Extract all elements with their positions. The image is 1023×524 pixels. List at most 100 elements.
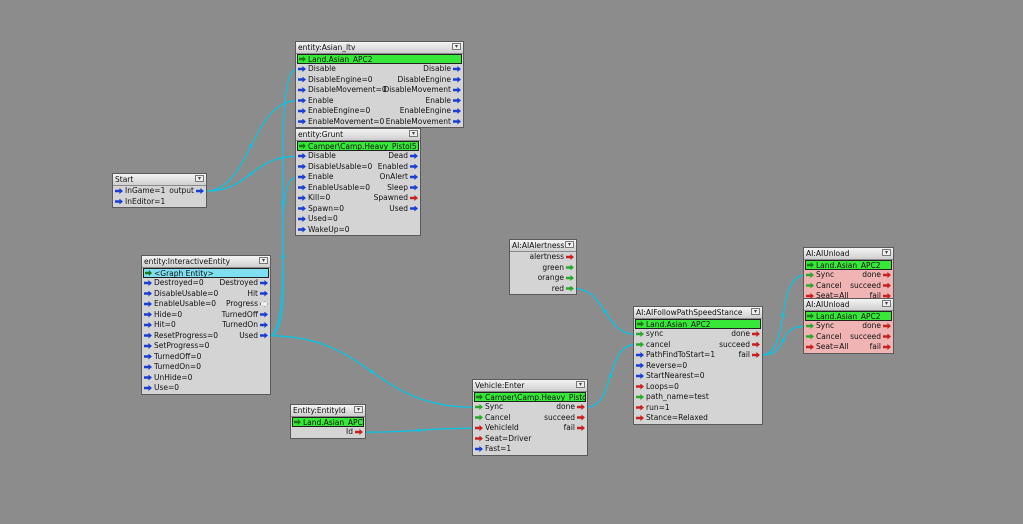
node-entity-bar[interactable]: Land.Asian_APC2 — [297, 54, 462, 64]
node-ai-unload-1[interactable]: AI:AIUnload ▾ Land.Asian_APC2 Sync done Cance… — [803, 247, 894, 303]
output-port-fail[interactable]: fail — [870, 342, 892, 353]
input-port-destroyed[interactable]: Destroyed=0 — [143, 278, 204, 289]
output-port-enabled[interactable]: Enabled — [378, 162, 419, 173]
output-port-done[interactable]: done — [731, 329, 761, 340]
output-port-red[interactable]: red — [552, 284, 575, 295]
node-ai-alertness[interactable]: AI:AIAlertness ▾ alertness green orange red — [509, 239, 577, 295]
input-port-enable[interactable]: Enable — [297, 172, 334, 183]
output-port-enable[interactable]: Enable — [425, 96, 462, 107]
node-title[interactable]: AI:AIAlertness ▾ — [510, 240, 576, 252]
input-port-ingame[interactable]: InGame=1 — [114, 186, 165, 197]
output-port-done[interactable]: done — [556, 402, 586, 413]
node-title[interactable]: AI:AIFollowPathSpeedStance ▾ — [634, 307, 762, 319]
input-port-disableengine[interactable]: DisableEngine=0 — [297, 75, 373, 86]
output-port-succeed[interactable]: succeed — [544, 413, 586, 424]
node-title[interactable]: entity:Asian_ltv ▾ — [296, 42, 463, 54]
collapse-icon[interactable]: ▾ — [565, 241, 574, 248]
input-port-use[interactable]: Use=0 — [143, 383, 179, 394]
input-port-used[interactable]: Used=0 — [297, 214, 338, 225]
output-port-id[interactable]: Id — [346, 427, 364, 438]
input-port-seat[interactable]: Seat=Driver — [474, 434, 531, 445]
output-port-turnedoff[interactable]: TurnedOff — [222, 310, 269, 321]
node-interactive-entity[interactable]: entity:InteractiveEntity ▾ <Graph Entity> D… — [141, 255, 271, 395]
collapse-icon[interactable]: ▾ — [452, 43, 461, 50]
output-port-progress[interactable]: Progress — [226, 299, 269, 310]
input-port-disable[interactable]: Disable — [297, 151, 336, 162]
output-port-turnedon[interactable]: TurnedOn — [222, 320, 269, 331]
input-port-spawn[interactable]: Spawn=0 — [297, 204, 344, 215]
output-port-succeed[interactable]: succeed — [850, 332, 892, 343]
output-port-sleep[interactable]: Sleep — [387, 183, 419, 194]
node-ai-follow-path[interactable]: AI:AIFollowPathSpeedStance ▾ Land.Asian_AP… — [633, 306, 763, 425]
output-port-succeed[interactable]: succeed — [719, 340, 761, 351]
input-port-hit[interactable]: Hit=0 — [143, 320, 176, 331]
input-port-sync[interactable]: Sync — [805, 270, 834, 281]
input-port-sync[interactable]: Sync — [805, 321, 834, 332]
output-port-done[interactable]: done — [862, 270, 892, 281]
input-port-run[interactable]: run=1 — [635, 403, 670, 414]
output-port-alertness[interactable]: alertness — [529, 252, 575, 263]
output-port-output[interactable]: output — [169, 186, 205, 197]
input-port-setprogress[interactable]: SetProgress=0 — [143, 341, 209, 352]
node-title[interactable]: Start ▾ — [113, 174, 206, 186]
node-ai-unload-2[interactable]: AI:AIUnload ▾ Land.Asian_APC2 Sync done Cance… — [803, 298, 894, 354]
input-port-ineditor[interactable]: InEditor=1 — [114, 197, 165, 208]
output-port-spawned[interactable]: Spawned — [374, 193, 419, 204]
input-port-enableusable[interactable]: EnableUsable=0 — [297, 183, 370, 194]
collapse-icon[interactable]: ▾ — [751, 308, 760, 315]
output-port-enableengine[interactable]: EnableEngine — [400, 106, 462, 117]
node-entity-bar[interactable]: <Graph Entity> — [143, 268, 269, 278]
input-port-sync[interactable]: sync — [635, 329, 663, 340]
input-port-disableusable[interactable]: DisableUsable=0 — [143, 289, 218, 300]
node-vehicle-enter[interactable]: Vehicle:Enter ▾ Camper\Camp.Heavy_Pistol5 S… — [472, 379, 588, 456]
output-port-succeed[interactable]: succeed — [850, 281, 892, 292]
input-port-enable[interactable]: Enable — [297, 96, 334, 107]
output-port-used[interactable]: Used — [389, 204, 419, 215]
input-port-enableusable[interactable]: EnableUsable=0 — [143, 299, 216, 310]
node-title[interactable]: AI:AIUnload ▾ — [804, 248, 893, 260]
node-title[interactable]: entity:Grunt ▾ — [296, 129, 420, 141]
input-port-disablemovement[interactable]: DisableMovement=0 — [297, 85, 387, 96]
node-entity-id[interactable]: Entity:EntityId ▾ Land.Asian_APC2 Id — [290, 404, 366, 439]
output-port-disableengine[interactable]: DisableEngine — [397, 75, 462, 86]
node-entity-grunt[interactable]: entity:Grunt ▾ Camper\Camp.Heavy_Pistol5 Di… — [295, 128, 421, 236]
node-entity-bar[interactable]: Camper\Camp.Heavy_Pistol5 — [474, 392, 586, 402]
node-entity-bar[interactable]: Land.Asian_APC2 — [805, 311, 892, 321]
node-entity-bar[interactable]: Camper\Camp.Heavy_Pistol5 — [297, 141, 419, 151]
input-port-seat[interactable]: Seat=All — [805, 342, 849, 353]
node-entity-bar[interactable]: Land.Asian_APC2 — [635, 319, 761, 329]
input-port-unhide[interactable]: UnHide=0 — [143, 373, 192, 384]
input-port-hide[interactable]: Hide=0 — [143, 310, 182, 321]
input-port-sync[interactable]: Sync — [474, 402, 503, 413]
input-port-wakeup[interactable]: WakeUp=0 — [297, 225, 350, 236]
collapse-icon[interactable]: ▾ — [259, 257, 268, 264]
input-port-turnedon[interactable]: TurnedOn=0 — [143, 362, 201, 373]
output-port-fail[interactable]: fail — [739, 350, 761, 361]
node-entity-bar[interactable]: Land.Asian_APC2 — [292, 417, 364, 427]
input-port-turnedoff[interactable]: TurnedOff=0 — [143, 352, 201, 363]
collapse-icon[interactable]: ▾ — [882, 249, 891, 256]
output-port-enablemovement[interactable]: EnableMovement — [386, 117, 462, 128]
input-port-path-name[interactable]: path_name=test — [635, 392, 709, 403]
output-port-done[interactable]: done — [862, 321, 892, 332]
node-title[interactable]: Vehicle:Enter ▾ — [473, 380, 587, 392]
output-port-onalert[interactable]: OnAlert — [379, 172, 419, 183]
input-port-startnearest[interactable]: StartNearest=0 — [635, 371, 705, 382]
output-port-hit[interactable]: Hit — [247, 289, 269, 300]
output-port-disablemovement[interactable]: DisableMovement — [383, 85, 462, 96]
input-port-loops[interactable]: Loops=0 — [635, 382, 679, 393]
output-port-orange[interactable]: orange — [538, 273, 575, 284]
output-port-destroyed[interactable]: Destroyed — [219, 278, 269, 289]
input-port-cancel[interactable]: Cancel — [805, 332, 841, 343]
collapse-icon[interactable]: ▾ — [354, 406, 363, 413]
output-port-fail[interactable]: fail — [564, 423, 586, 434]
input-port-cancel[interactable]: Cancel — [805, 281, 841, 292]
node-title[interactable]: AI:AIUnload ▾ — [804, 299, 893, 311]
node-start[interactable]: Start ▾ InGame=1 output InEditor=1 — [112, 173, 207, 208]
input-port-disable[interactable]: Disable — [297, 64, 336, 75]
output-port-dead[interactable]: Dead — [388, 151, 419, 162]
input-port-kill[interactable]: Kill=0 — [297, 193, 330, 204]
output-port-green[interactable]: green — [542, 263, 575, 274]
collapse-icon[interactable]: ▾ — [195, 175, 204, 182]
input-port-resetprogress[interactable]: ResetProgress=0 — [143, 331, 218, 342]
